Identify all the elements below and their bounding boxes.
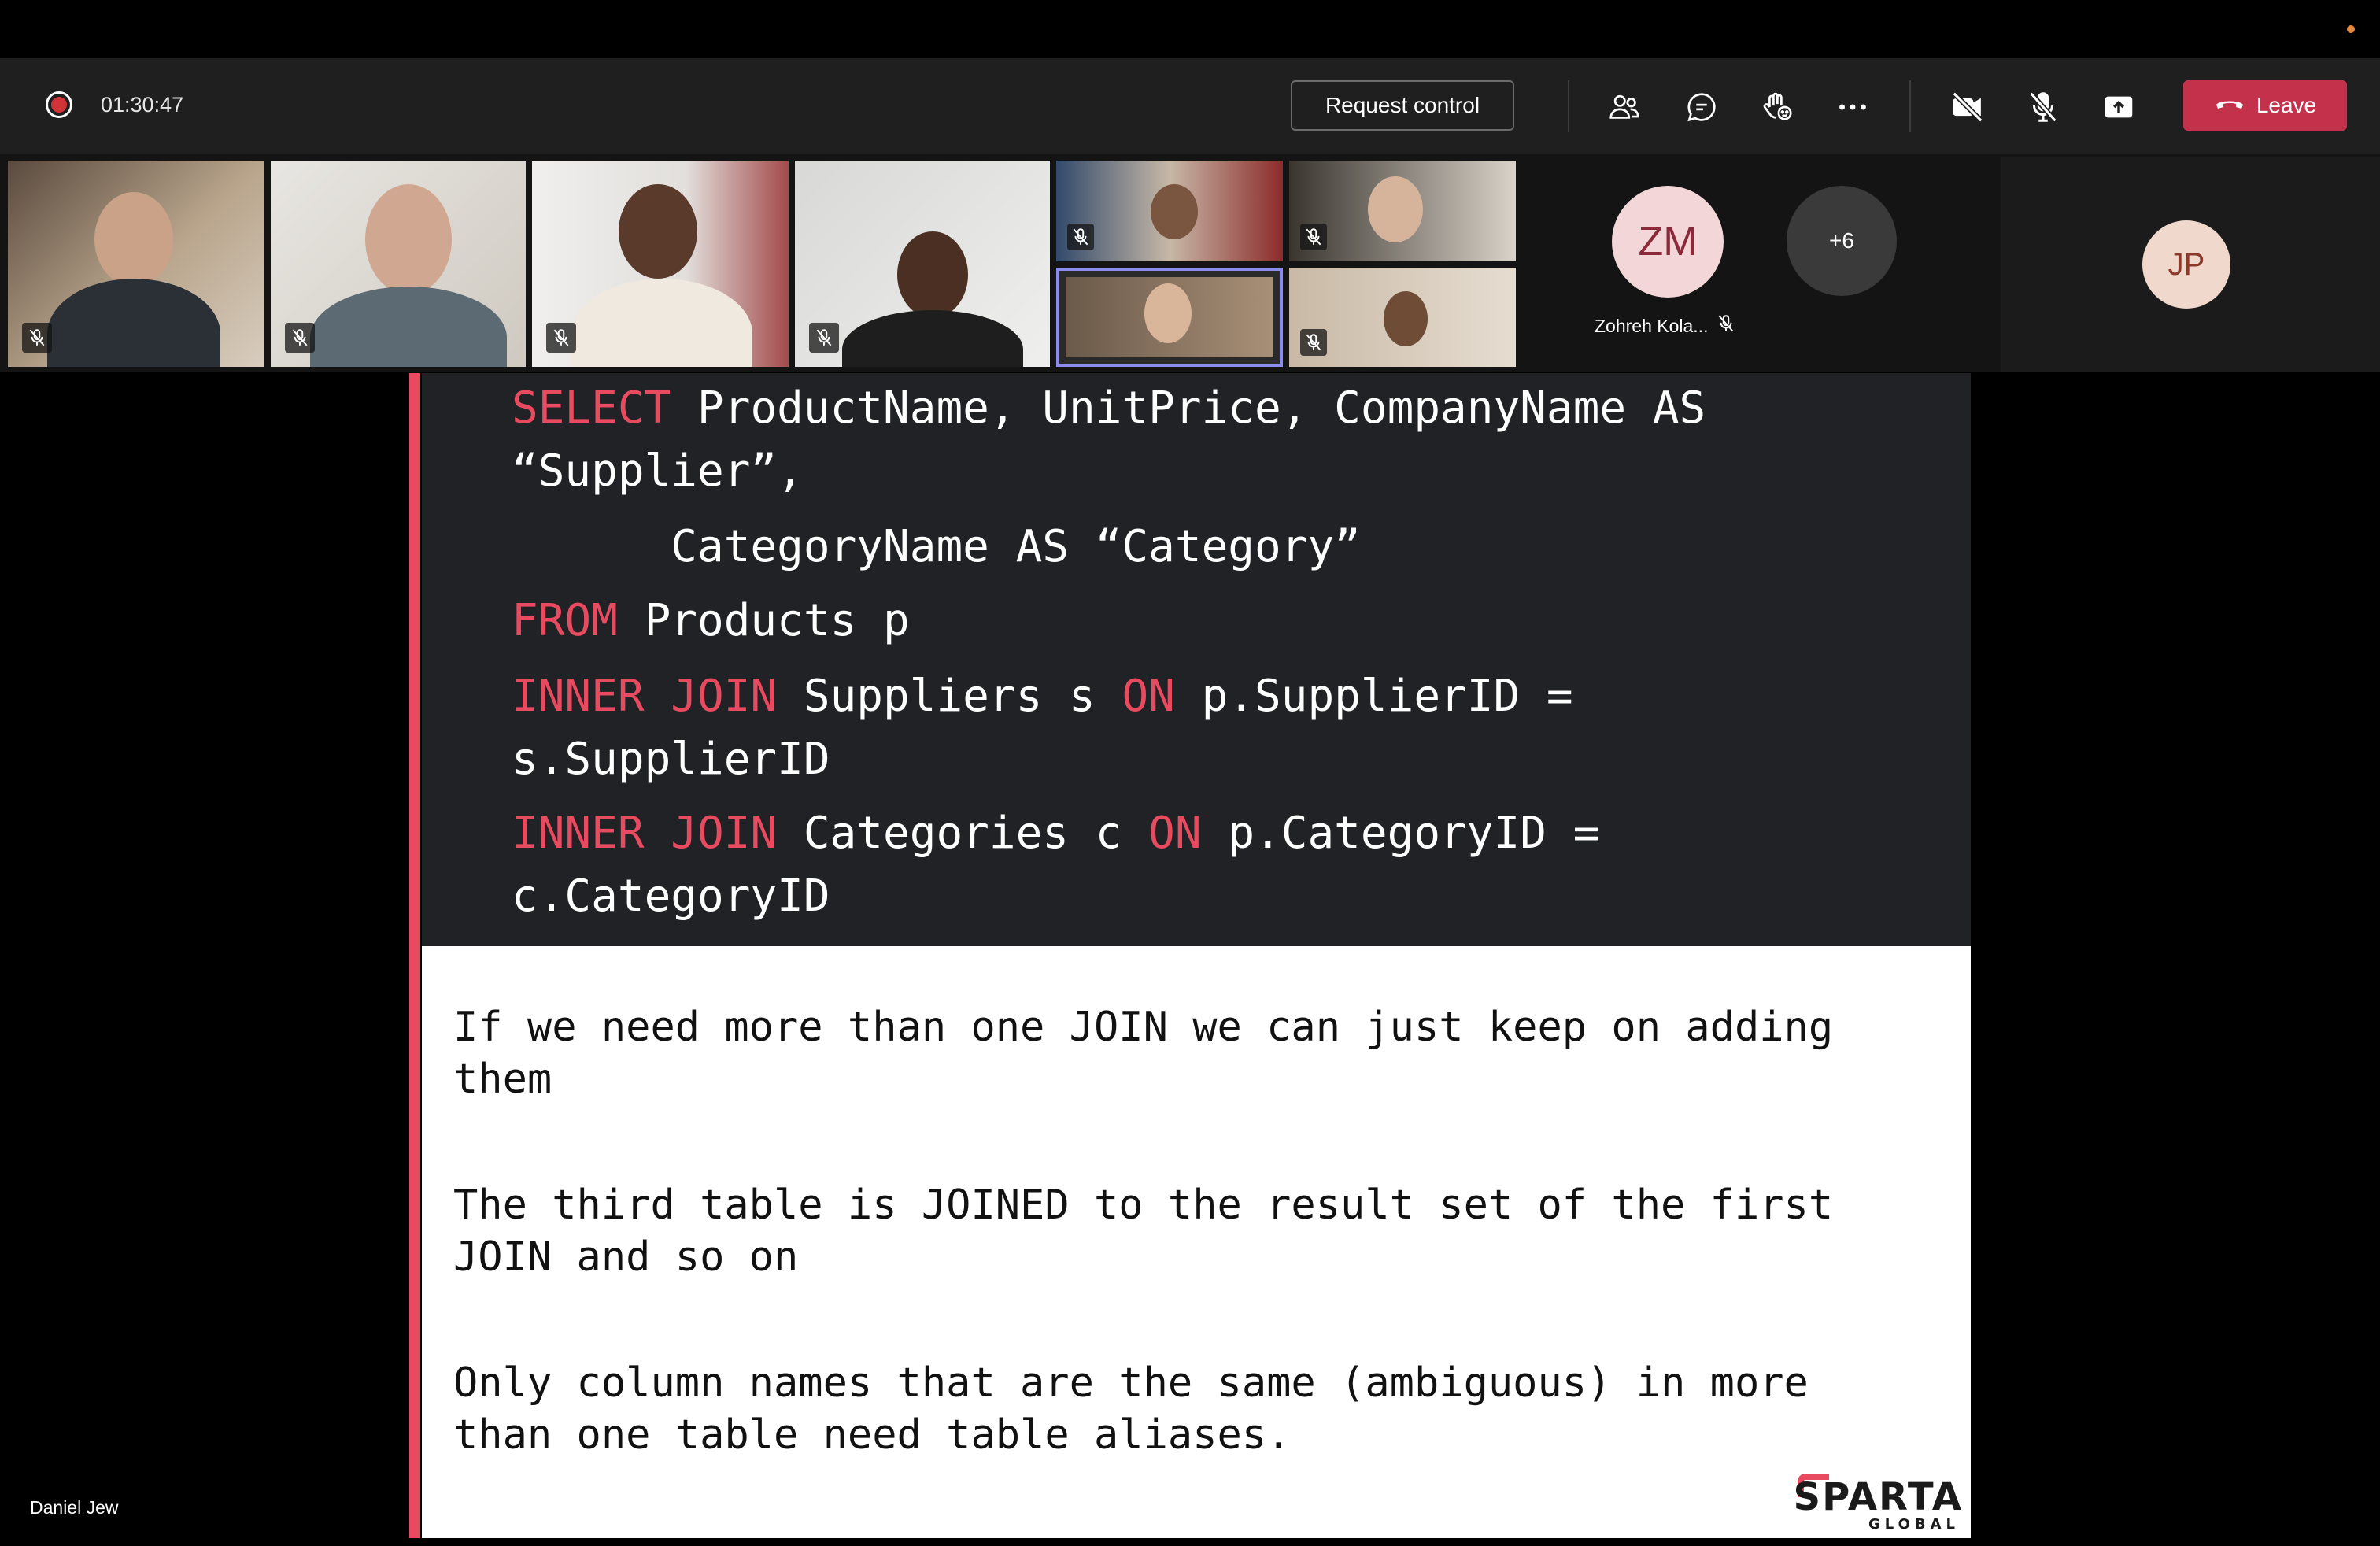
mic-muted-icon — [1067, 224, 1094, 250]
participant-name-zm: Zohreh Kola... — [1595, 313, 1736, 338]
more-participants-button[interactable]: +6 — [1787, 186, 1897, 296]
mic-muted-icon — [285, 323, 315, 353]
active-speaker-video-tile[interactable] — [1056, 268, 1283, 367]
avatar-jp: JP — [2142, 220, 2230, 309]
sql-text: c.CategoryID — [512, 871, 830, 922]
slide-accent-bar — [409, 373, 420, 1538]
participants-icon[interactable] — [1602, 85, 1646, 129]
notification-dot — [2347, 25, 2355, 33]
mic-muted-icon — [1716, 313, 1736, 338]
sql-keyword: SELECT — [512, 383, 671, 434]
toolbar-divider — [1909, 80, 1911, 132]
sql-code-line: “Supplier”, — [512, 446, 804, 497]
mic-muted-icon — [1300, 329, 1327, 356]
meeting-toolbar: 01:30:47 Request control Leave — [0, 58, 2380, 154]
leave-button[interactable]: Leave — [2183, 80, 2347, 131]
sql-code-line: SELECT ProductName, UnitPrice, CompanyNa… — [512, 383, 1706, 434]
leave-label: Leave — [2256, 93, 2317, 117]
self-view-panel: JP — [2001, 157, 2380, 372]
sql-code-line: INNER JOIN Suppliers s ON p.SupplierID = — [512, 671, 1573, 722]
sql-code-line: FROM Products p — [512, 595, 910, 646]
raise-hand-icon[interactable] — [1755, 85, 1799, 129]
sql-keyword: ON — [1122, 671, 1175, 722]
more-options-icon[interactable] — [1831, 85, 1875, 129]
sql-code-line: INNER JOIN Categories c ON p.CategoryID … — [512, 808, 1599, 859]
sql-keyword: INNER JOIN — [512, 808, 778, 859]
participant-video-tile[interactable] — [532, 161, 789, 367]
sql-text: s.SupplierID — [512, 734, 830, 785]
window-top-strip — [0, 0, 2380, 58]
sql-text: Categories c — [777, 808, 1149, 859]
toolbar-divider — [1568, 80, 1569, 132]
hang-up-icon — [2214, 93, 2245, 118]
mic-muted-icon — [546, 323, 576, 353]
call-timer: 01:30:47 — [101, 93, 184, 117]
sql-text: ProductName, UnitPrice, CompanyName AS — [671, 383, 1706, 434]
logo-word: SPARTA — [1793, 1475, 1963, 1519]
mic-muted-icon — [1300, 224, 1327, 250]
chat-icon[interactable] — [1680, 85, 1724, 129]
participant-video-tile[interactable] — [1289, 161, 1516, 261]
sql-keyword: INNER JOIN — [512, 671, 778, 722]
participant-name-label: Zohreh Kola... — [1595, 315, 1709, 336]
request-control-button[interactable]: Request control — [1291, 80, 1514, 131]
slide-paragraph: The third table is JOINED to the result … — [453, 1182, 1834, 1281]
sql-code-line: s.SupplierID — [512, 734, 830, 785]
recording-icon — [46, 91, 72, 118]
mic-off-icon[interactable] — [2021, 85, 2065, 129]
presenter-name: Daniel Jew — [30, 1497, 119, 1518]
sql-text: “Supplier”, — [512, 446, 804, 497]
sparta-global-logo: SPARTA GLOBAL — [1793, 1467, 1963, 1533]
participant-video-tile[interactable] — [795, 161, 1050, 367]
slide-paragraph: Only column names that are the same (amb… — [453, 1359, 1809, 1459]
camera-off-icon[interactable] — [1946, 85, 1990, 129]
participant-video-tile[interactable] — [1056, 161, 1283, 261]
participant-video-tile[interactable] — [271, 161, 526, 367]
share-screen-icon[interactable] — [2097, 85, 2141, 129]
sql-text: p.CategoryID = — [1201, 808, 1600, 859]
sql-keyword: FROM — [512, 595, 618, 646]
mic-muted-icon — [22, 323, 52, 353]
sql-text: CategoryName AS “Category” — [512, 521, 1361, 572]
sql-code-line: c.CategoryID — [512, 871, 830, 922]
mic-muted-icon — [809, 323, 839, 353]
sql-code-line: CategoryName AS “Category” — [512, 521, 1361, 572]
sql-text: Suppliers s — [777, 671, 1122, 722]
participant-video-tile[interactable] — [8, 161, 264, 367]
sql-keyword: ON — [1148, 808, 1202, 859]
sql-text: p.SupplierID = — [1174, 671, 1573, 722]
logo-subtitle: GLOBAL — [1868, 1516, 1960, 1533]
avatar-zm[interactable]: ZM — [1612, 186, 1724, 298]
sql-text: Products p — [617, 595, 910, 646]
slide-paragraph: If we need more than one JOIN we can jus… — [453, 1004, 1834, 1103]
participant-video-tile[interactable] — [1289, 268, 1516, 367]
